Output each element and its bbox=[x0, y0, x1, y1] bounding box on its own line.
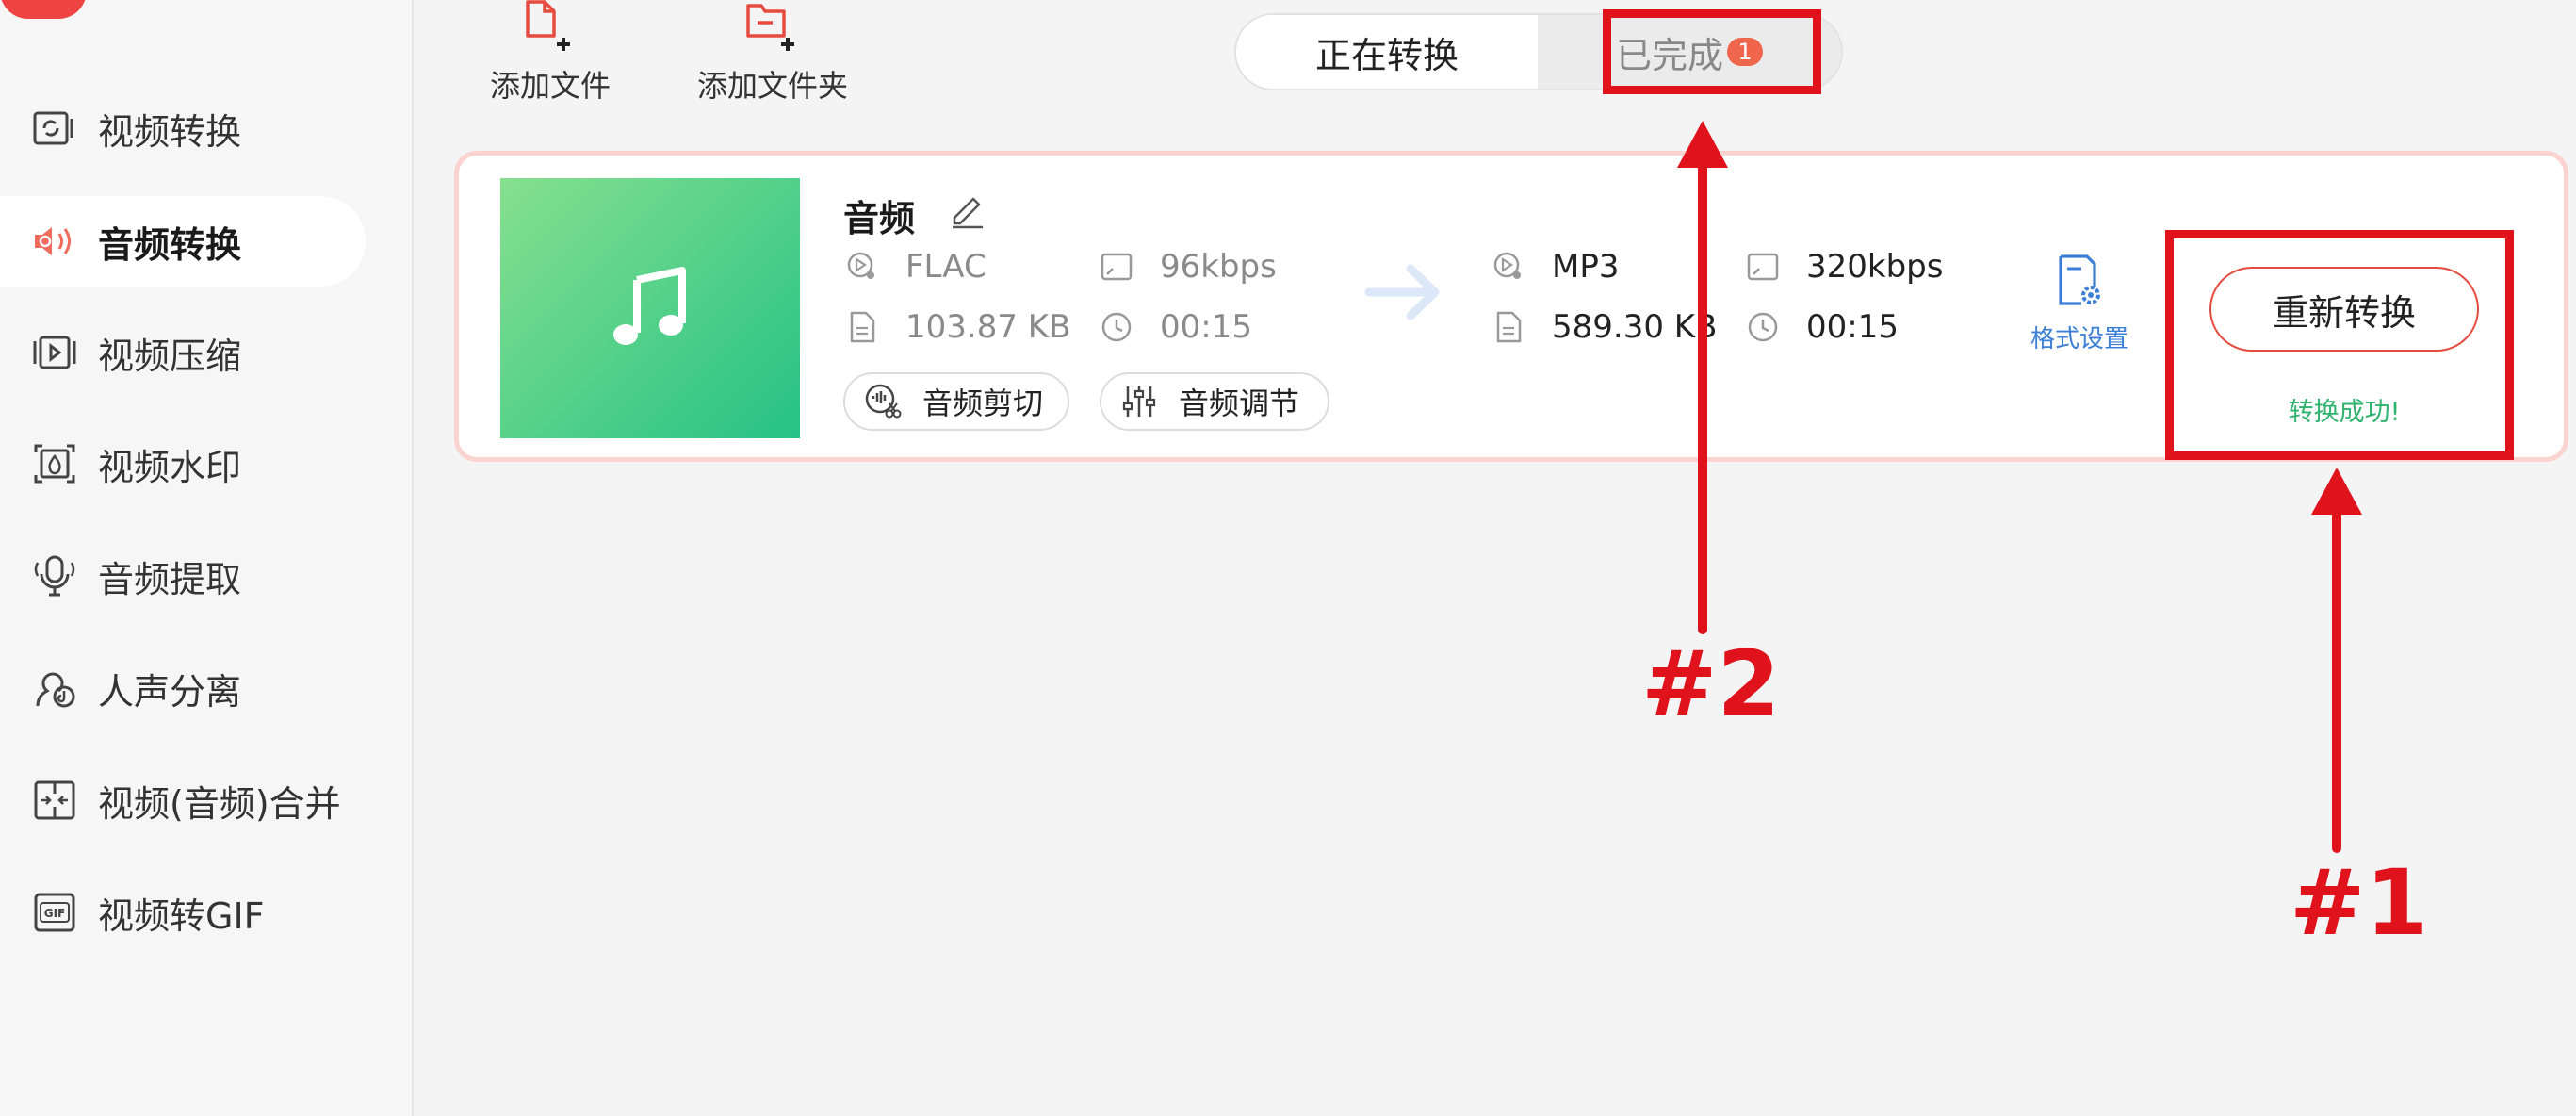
app-logo bbox=[0, 0, 87, 19]
add-file-label: 添加文件 bbox=[490, 68, 611, 104]
tab-converting-label: 正在转换 bbox=[1314, 34, 1459, 76]
source-size: 103.87 KB bbox=[845, 308, 1070, 346]
add-folder-label: 添加文件夹 bbox=[697, 68, 849, 104]
format-settings-button[interactable]: 格式设置 bbox=[2014, 254, 2145, 354]
source-format: FLAC bbox=[845, 248, 986, 286]
sidebar-item-label: 音频转换 bbox=[98, 223, 242, 266]
output-bitrate: 320kbps bbox=[1746, 248, 1943, 286]
format-icon bbox=[845, 250, 879, 284]
gif-icon: GIF bbox=[30, 888, 79, 937]
music-note-icon bbox=[603, 259, 697, 357]
output-duration-value: 00:15 bbox=[1806, 308, 1899, 346]
annotation-box-2 bbox=[1603, 9, 1821, 94]
source-bitrate: 96kbps bbox=[1100, 248, 1277, 286]
annotation-arrow-1 bbox=[2311, 468, 2362, 853]
output-bitrate-value: 320kbps bbox=[1806, 248, 1944, 286]
sidebar-item-audio-convert[interactable]: 音频转换 bbox=[0, 196, 366, 287]
add-file-icon bbox=[522, 0, 579, 57]
sidebar-item-label: 视频压缩 bbox=[98, 335, 242, 377]
format-icon bbox=[1492, 250, 1525, 284]
output-format: MP3 bbox=[1492, 248, 1619, 286]
sidebar: 视频转换 音频转换 视频压缩 视频水印 音频提取 人声分离 视频(音频)合并 G… bbox=[0, 0, 414, 1116]
video-watermark-icon bbox=[30, 439, 79, 488]
source-duration-value: 00:15 bbox=[1160, 308, 1252, 346]
audio-adjust-label: 音频调节 bbox=[1179, 386, 1300, 421]
merge-icon bbox=[30, 776, 79, 825]
sidebar-item-video-watermark[interactable]: 视频水印 bbox=[0, 418, 366, 509]
clock-icon bbox=[1746, 310, 1780, 344]
sidebar-item-label: 视频(音频)合并 bbox=[98, 782, 341, 825]
file-size-icon bbox=[845, 310, 879, 344]
source-duration: 00:15 bbox=[1100, 308, 1252, 346]
sidebar-item-label: 人声分离 bbox=[98, 670, 242, 713]
file-title: 音频 bbox=[843, 198, 916, 239]
sidebar-item-gif[interactable]: GIF 视频转GIF bbox=[0, 867, 366, 958]
source-size-value: 103.87 KB bbox=[905, 308, 1071, 346]
annotation-box-1 bbox=[2165, 230, 2514, 460]
equalizer-icon bbox=[1120, 383, 1158, 420]
source-bitrate-value: 96kbps bbox=[1160, 248, 1277, 286]
add-folder-icon bbox=[744, 0, 801, 57]
add-folder-button[interactable]: 添加文件夹 bbox=[697, 0, 848, 106]
tab-converting[interactable]: 正在转换 bbox=[1236, 15, 1538, 89]
sidebar-item-merge[interactable]: 视频(音频)合并 bbox=[0, 755, 366, 845]
output-size: 589.30 KB bbox=[1492, 308, 1717, 346]
output-size-value: 589.30 KB bbox=[1552, 308, 1718, 346]
file-size-icon bbox=[1492, 310, 1525, 344]
sidebar-item-label: 音频提取 bbox=[98, 558, 242, 600]
annotation-label-2: #2 bbox=[1641, 632, 1781, 737]
sidebar-item-label: 视频转GIF bbox=[98, 894, 265, 937]
audio-cut-icon bbox=[864, 383, 902, 420]
audio-extract-icon bbox=[30, 551, 79, 600]
arrow-right-icon bbox=[1363, 259, 1444, 325]
bitrate-icon bbox=[1746, 250, 1780, 284]
sidebar-item-video-compress[interactable]: 视频压缩 bbox=[0, 307, 366, 398]
format-settings-icon bbox=[2055, 254, 2104, 312]
sidebar-item-label: 视频转换 bbox=[98, 110, 242, 153]
audio-cut-label: 音频剪切 bbox=[922, 386, 1044, 421]
output-duration: 00:15 bbox=[1746, 308, 1899, 346]
add-file-button[interactable]: 添加文件 bbox=[490, 0, 611, 106]
sidebar-item-label: 视频水印 bbox=[98, 446, 242, 488]
sidebar-item-audio-extract[interactable]: 音频提取 bbox=[0, 531, 366, 621]
source-format-value: FLAC bbox=[905, 248, 986, 286]
audio-thumbnail bbox=[500, 178, 800, 438]
svg-text:GIF: GIF bbox=[44, 907, 66, 920]
sidebar-item-vocal-separate[interactable]: 人声分离 bbox=[0, 643, 366, 733]
edit-name-icon[interactable] bbox=[947, 189, 988, 231]
bitrate-icon bbox=[1100, 250, 1133, 284]
clock-icon bbox=[1100, 310, 1133, 344]
output-format-value: MP3 bbox=[1552, 248, 1620, 286]
format-settings-label: 格式设置 bbox=[2030, 325, 2128, 353]
video-convert-icon bbox=[30, 104, 79, 153]
video-compress-icon bbox=[30, 328, 79, 377]
audio-adjust-button[interactable]: 音频调节 bbox=[1100, 372, 1329, 431]
audio-convert-icon bbox=[30, 217, 79, 266]
audio-cut-button[interactable]: 音频剪切 bbox=[843, 372, 1069, 431]
sidebar-item-video-convert[interactable]: 视频转换 bbox=[0, 83, 366, 173]
vocal-separate-icon bbox=[30, 664, 79, 713]
annotation-label-1: #1 bbox=[2290, 850, 2429, 956]
